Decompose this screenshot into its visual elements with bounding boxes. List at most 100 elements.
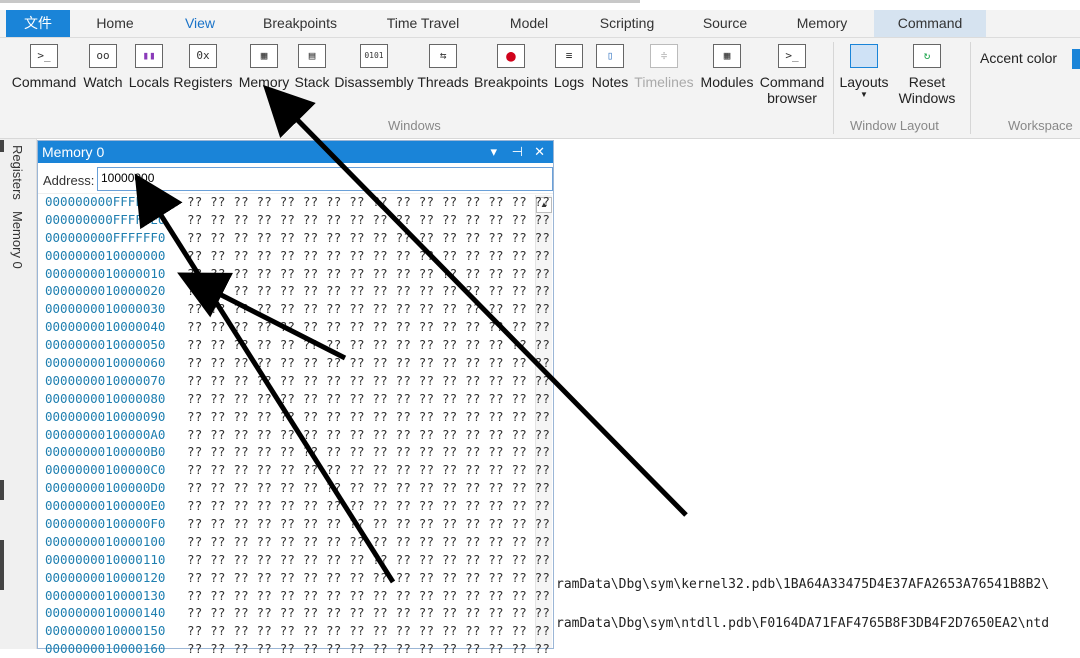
modules-window-button[interactable]: ▦ Modules: [698, 44, 756, 90]
reset-windows-button[interactable]: ↻ Reset Windows: [894, 44, 960, 106]
memory-row-address: 000000000FFFFFD0: [45, 194, 166, 209]
memory-row-bytes: ?? ?? ?? ?? ?? ?? ?? ?? ?? ?? ?? ?? ?? ?…: [187, 283, 551, 299]
tab-home[interactable]: Home: [80, 10, 150, 37]
tab-file[interactable]: 文件: [6, 10, 70, 37]
memory-row: 0000000010000060 ?? ?? ?? ?? ?? ?? ?? ?? …: [45, 354, 550, 372]
tab-command[interactable]: Command: [874, 10, 986, 37]
side-tab-registers[interactable]: Registers: [10, 145, 25, 200]
group-divider: [833, 42, 834, 134]
memory-row-bytes: ?? ?? ?? ?? ?? ?? ?? ?? ?? ?? ?? ?? ?? ?…: [187, 408, 551, 424]
window-edge-mark: [0, 140, 4, 152]
tab-memory[interactable]: Memory: [782, 10, 862, 37]
log-line: ramData\Dbg\sym\kernel32.pdb\1BA64A33475…: [556, 577, 1050, 592]
ribbon-tab-bar: 文件 Home View Breakpoints Time Travel Mod…: [0, 10, 1080, 38]
title-strip-remnant: [0, 0, 640, 3]
registers-window-button[interactable]: 0x Registers: [172, 44, 234, 90]
command-browser-button[interactable]: >_ Command browser: [758, 44, 826, 106]
tab-scripting[interactable]: Scripting: [584, 10, 670, 37]
memory-row-address: 0000000010000050: [45, 337, 166, 353]
memory-row: 0000000010000120 ?? ?? ?? ?? ?? ?? ?? ?? …: [45, 569, 550, 587]
memory-window-title: Memory 0: [42, 144, 105, 160]
memory-row-address: 00000000100000F0: [45, 516, 166, 532]
memory-row-bytes: ?? ?? ?? ?? ?? ?? ?? ?? ?? ?? ?? ?? ?? ?…: [187, 265, 551, 281]
modules-icon: ▦: [713, 44, 741, 68]
breakpoints-label: Breakpoints: [474, 74, 548, 90]
stack-label: Stack: [294, 74, 330, 90]
disassembly-window-button[interactable]: 0101 Disassembly: [334, 44, 414, 90]
memory-row-address: 0000000010000030: [45, 301, 166, 317]
address-input[interactable]: 10000000: [97, 167, 553, 191]
left-dock-strip: Registers Memory 0: [0, 139, 37, 649]
window-edge-mark: [0, 540, 4, 590]
command-window-button[interactable]: >_ Command: [10, 44, 78, 90]
tab-time-travel[interactable]: Time Travel: [372, 10, 474, 37]
side-tab-memory-0[interactable]: Memory 0: [10, 211, 25, 269]
stack-window-button[interactable]: ▤ Stack: [294, 44, 330, 90]
memory-row-bytes: ?? ?? ?? ?? ?? ?? ?? ?? ?? ?? ?? ?? ?? ?…: [187, 426, 551, 442]
memory-row-bytes: ?? ?? ?? ?? ?? ?? ?? ?? ?? ?? ?? ?? ?? ?…: [187, 533, 551, 549]
tab-source[interactable]: Source: [692, 10, 758, 37]
memory-row-bytes: ?? ?? ?? ?? ?? ?? ?? ?? ?? ?? ?? ?? ?? ?…: [187, 480, 551, 496]
address-label: Address:: [43, 173, 95, 188]
memory-row: 00000000100000E0 ?? ?? ?? ?? ?? ?? ?? ?? …: [45, 497, 550, 515]
memory-window-titlebar: Memory 0 ▾ ⊣ ✕: [38, 141, 553, 163]
memory-row: 00000000100000C0 ?? ?? ?? ?? ?? ?? ?? ?? …: [45, 461, 550, 479]
memory-row: 00000000100000D0 ?? ?? ?? ?? ?? ?? ?? ?? …: [45, 479, 550, 497]
memory-grid: 000000000FFFFFD0 ?? ?? ?? ?? ?? ?? ?? ?? …: [45, 193, 550, 658]
pin-icon[interactable]: ⊣: [512, 141, 523, 163]
reset-windows-label: Reset Windows: [898, 74, 956, 106]
memory-row-address: 0000000010000130: [45, 587, 166, 603]
memory-row-address: 0000000010000120: [45, 569, 166, 585]
command-prompt-icon: >_: [30, 44, 58, 68]
memory-row-bytes: ?? ?? ?? ?? ?? ?? ?? ?? ?? ?? ?? ?? ?? ?…: [187, 587, 551, 603]
memory-row: 0000000010000140 ?? ?? ?? ?? ?? ?? ?? ?? …: [45, 604, 550, 622]
threads-window-button[interactable]: ⇆ Threads: [416, 44, 470, 90]
memory-window-button[interactable]: ▦ Memory: [236, 44, 292, 90]
reset-refresh-icon: ↻: [913, 44, 941, 68]
notes-icon: ▯: [596, 44, 624, 68]
memory-row-bytes: ?? ?? ?? ?? ?? ?? ?? ?? ?? ?? ?? ?? ?? ?…: [187, 390, 551, 406]
memory-row-bytes: ?? ?? ?? ?? ?? ?? ?? ?? ?? ?? ?? ?? ?? ?…: [187, 516, 551, 532]
memory-row-address: 00000000100000D0: [45, 480, 166, 496]
modules-label: Modules: [700, 74, 754, 90]
close-icon[interactable]: ✕: [534, 141, 545, 163]
memory-row-address: 00000000100000A0: [45, 426, 166, 442]
accent-color-swatch[interactable]: [1072, 49, 1080, 69]
memory-row: 00000000100000A0 ?? ?? ?? ?? ?? ?? ?? ?? …: [45, 426, 550, 444]
memory-row-bytes: ?? ?? ?? ?? ?? ?? ?? ?? ?? ?? ?? ?? ?? ?…: [187, 623, 551, 639]
layouts-button[interactable]: Layouts ▼: [836, 44, 892, 100]
locals-window-button[interactable]: ▮▮ Locals: [128, 44, 170, 90]
timelines-window-button[interactable]: ≑ Timelines: [633, 44, 695, 90]
stack-icon: ▤: [298, 44, 326, 68]
memory-row-bytes: ?? ?? ?? ?? ?? ?? ?? ?? ?? ?? ?? ?? ?? ?…: [187, 337, 551, 353]
tab-view[interactable]: View: [170, 10, 230, 37]
logs-window-button[interactable]: ≡ Logs: [552, 44, 586, 90]
layouts-icon: [850, 44, 878, 68]
memory-row: 0000000010000020 ?? ?? ?? ?? ?? ?? ?? ?? …: [45, 282, 550, 300]
memory-row-address: 0000000010000040: [45, 319, 166, 335]
memory-row: 00000000100000B0 ?? ?? ?? ?? ?? ?? ?? ?? …: [45, 443, 550, 461]
dropdown-arrow-icon[interactable]: ▾: [490, 141, 497, 163]
watch-window-button[interactable]: oo Watch: [82, 44, 124, 90]
disassembly-icon: 0101: [360, 44, 388, 68]
memory-row-address: 0000000010000140: [45, 605, 166, 621]
memory-row-address: 00000000100000E0: [45, 498, 166, 514]
title-strip: [0, 0, 1080, 10]
breakpoints-window-button[interactable]: ● Breakpoints: [473, 44, 549, 90]
group-label-workspace: Workspace: [1008, 118, 1073, 133]
memory-row: 0000000010000130 ?? ?? ?? ?? ?? ?? ?? ?? …: [45, 587, 550, 605]
memory-row: 0000000010000110 ?? ?? ?? ?? ?? ?? ?? ?? …: [45, 551, 550, 569]
tab-breakpoints[interactable]: Breakpoints: [250, 10, 350, 37]
memory-row: 000000000FFFFFE0 ?? ?? ?? ?? ?? ?? ?? ?? …: [45, 211, 550, 229]
memory-row: 0000000010000080 ?? ?? ?? ?? ?? ?? ?? ?? …: [45, 390, 550, 408]
tab-model[interactable]: Model: [496, 10, 562, 37]
memory-row: 0000000010000010 ?? ?? ?? ?? ?? ?? ?? ?? …: [45, 265, 550, 283]
memory-row-address: 0000000010000080: [45, 390, 166, 406]
locals-icon: ▮▮: [135, 44, 163, 68]
memory-row-address: 00000000100000B0: [45, 444, 166, 460]
log-line: ramData\Dbg\sym\ntdll.pdb\F0164DA71FAF47…: [556, 616, 1050, 631]
memory-row-bytes: ?? ?? ?? ?? ?? ?? ?? ?? ?? ?? ?? ?? ?? ?…: [187, 355, 551, 371]
notes-window-button[interactable]: ▯ Notes: [590, 44, 630, 90]
memory-row: 0000000010000090 ?? ?? ?? ?? ?? ?? ?? ?? …: [45, 408, 550, 426]
memory-row-address: 0000000010000110: [45, 551, 166, 567]
